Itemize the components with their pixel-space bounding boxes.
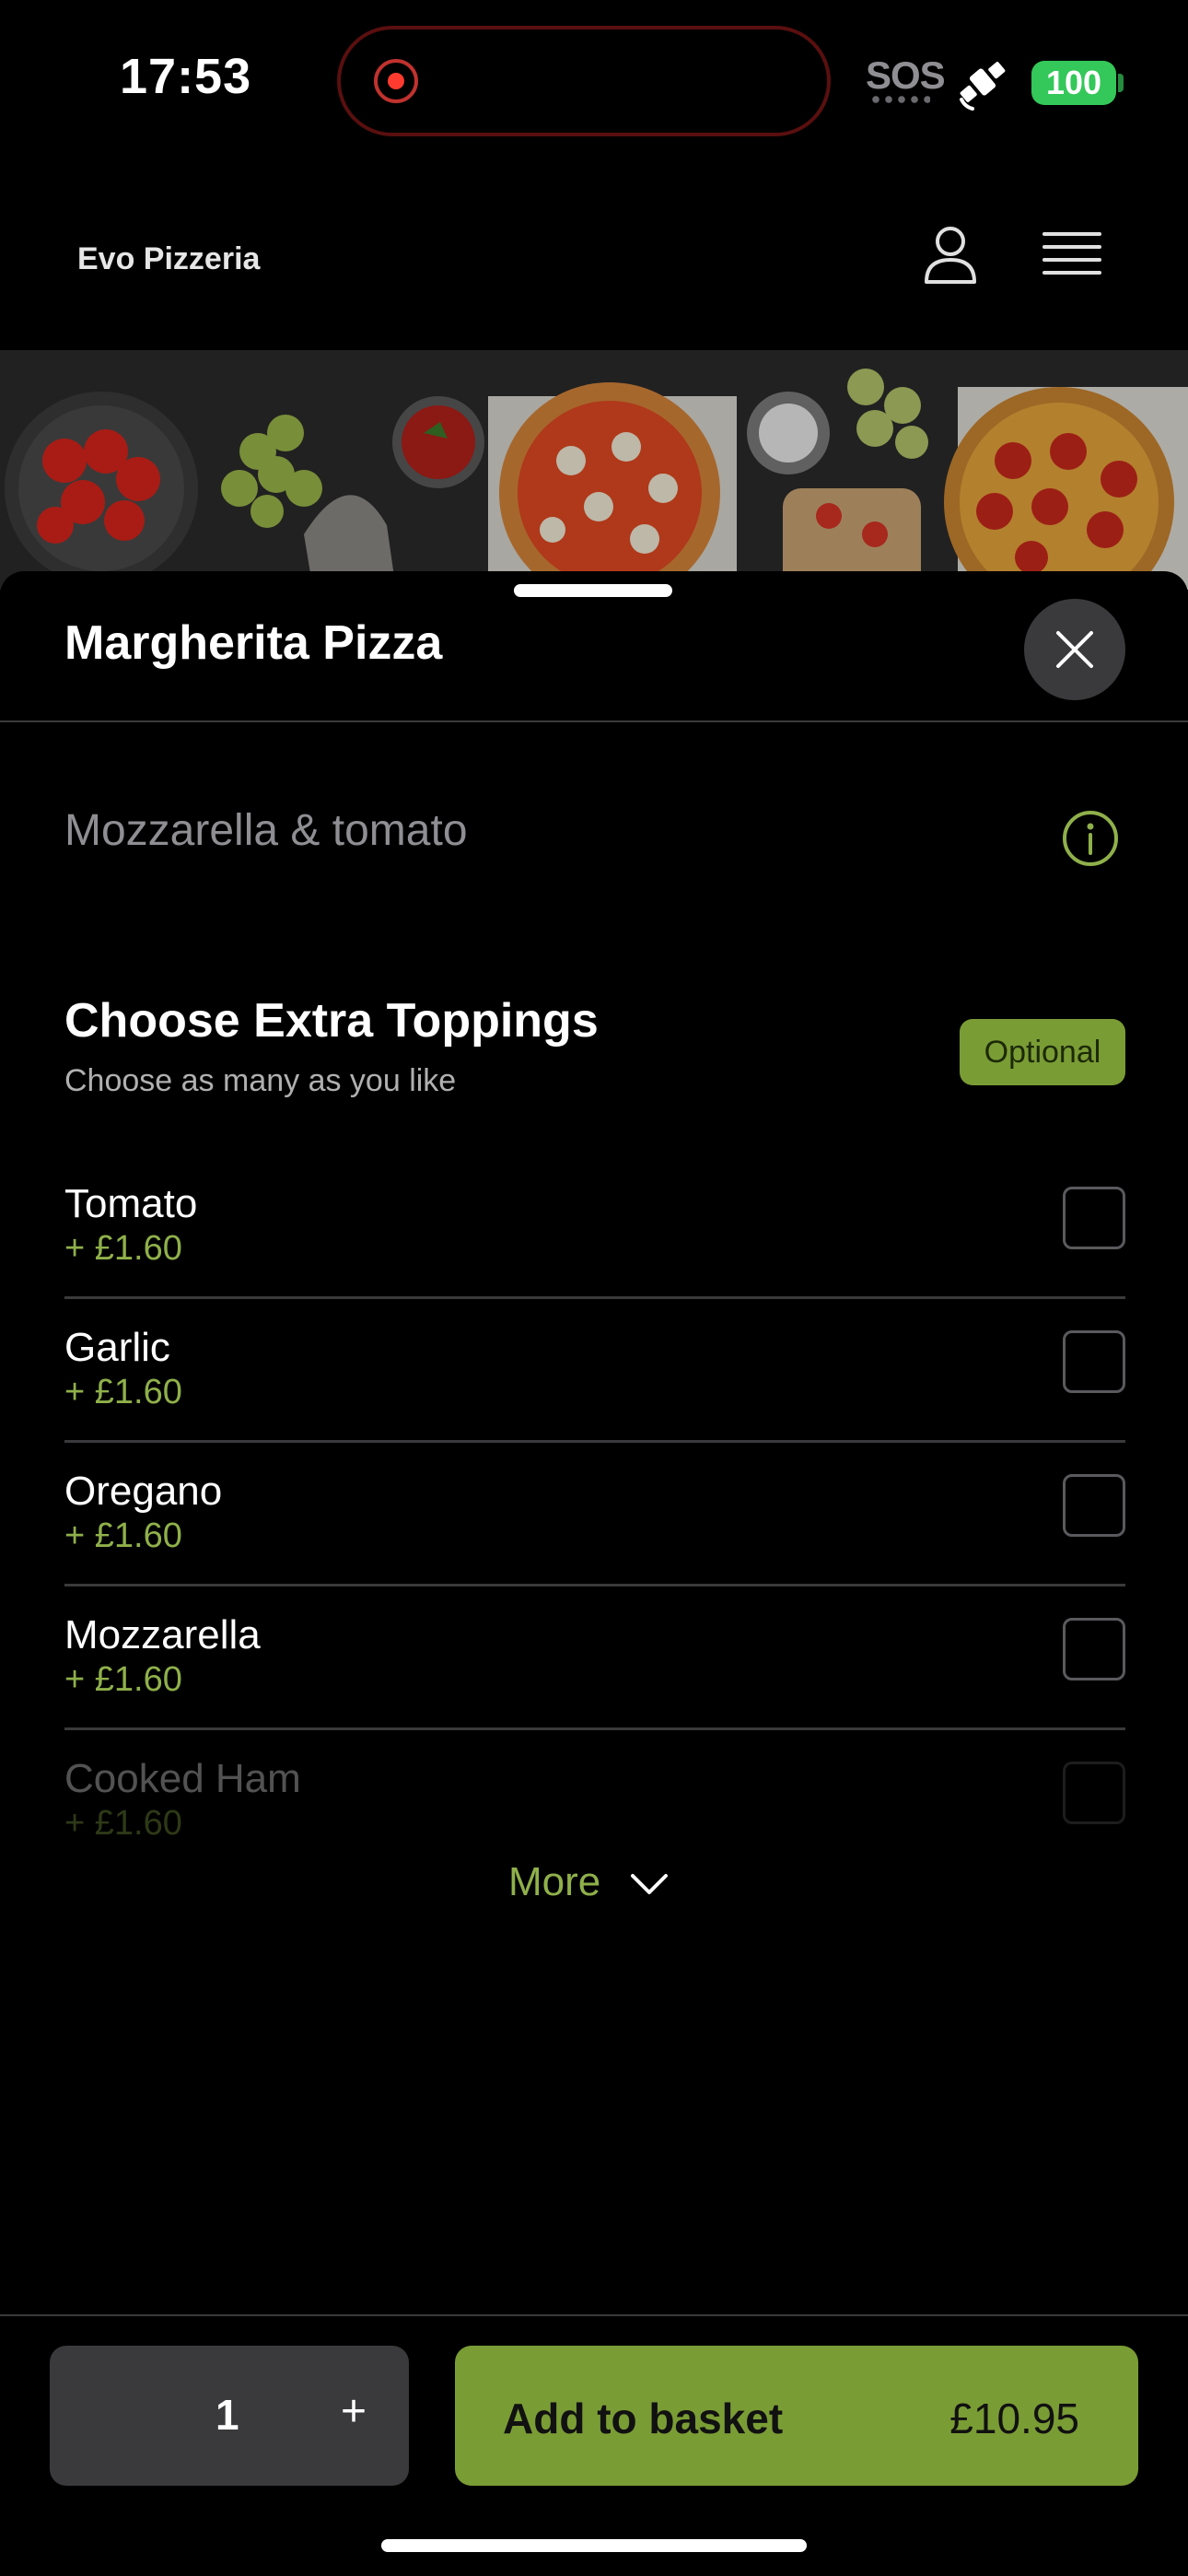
- section-subtitle: Choose as many as you like: [64, 1063, 457, 1098]
- topping-name: Oregano: [64, 1469, 223, 1514]
- topping-name: Garlic: [64, 1325, 170, 1370]
- topping-price: + £1.60: [64, 1804, 182, 1843]
- topping-name: Cooked Ham: [64, 1756, 301, 1801]
- chevron-down-icon: [631, 1874, 669, 1895]
- topping-option[interactable]: Tomato + £1.60: [64, 1155, 1125, 1299]
- topping-price: + £1.60: [64, 1229, 182, 1268]
- brand-name[interactable]: Evo Pizzeria: [77, 241, 260, 277]
- info-icon[interactable]: [1061, 809, 1120, 868]
- topping-price: + £1.60: [64, 1373, 182, 1411]
- close-button[interactable]: [1024, 599, 1125, 700]
- status-bar: 17:53 SOS 100: [0, 0, 1188, 157]
- hamburger-menu-icon[interactable]: [1042, 230, 1101, 282]
- more-label: More: [508, 1859, 601, 1904]
- divider: [0, 720, 1188, 722]
- dynamic-island[interactable]: [337, 26, 831, 136]
- satellite-icon: [960, 62, 1006, 111]
- quantity-value: 1: [215, 2391, 239, 2439]
- topping-option[interactable]: Mozzarella + £1.60: [64, 1587, 1125, 1730]
- topping-name: Mozzarella: [64, 1612, 261, 1657]
- topping-checkbox[interactable]: [1063, 1762, 1125, 1824]
- add-to-basket-button[interactable]: Add to basket £10.95: [455, 2346, 1138, 2486]
- topping-checkbox[interactable]: [1063, 1474, 1125, 1537]
- topping-checkbox[interactable]: [1063, 1187, 1125, 1249]
- battery-cap: [1118, 74, 1124, 92]
- item-description: Mozzarella & tomato: [64, 806, 468, 855]
- add-to-basket-label: Add to basket: [503, 2395, 784, 2442]
- sos-indicator: SOS: [866, 53, 946, 97]
- topping-name: Tomato: [64, 1181, 198, 1226]
- signal-dots-icon: [869, 96, 930, 103]
- section-title: Choose Extra Toppings: [64, 994, 599, 1048]
- sheet-grabber[interactable]: [514, 584, 672, 597]
- item-detail-sheet: Margherita Pizza Mozzarella & tomato Cho…: [0, 571, 1188, 2576]
- close-icon: [1056, 631, 1093, 668]
- topping-checkbox[interactable]: [1063, 1330, 1125, 1393]
- topping-checkbox[interactable]: [1063, 1618, 1125, 1680]
- status-time: 17:53: [120, 49, 252, 104]
- total-price: £10.95: [949, 2395, 1079, 2442]
- home-indicator[interactable]: [381, 2539, 807, 2552]
- hero-food-image: [0, 350, 1188, 590]
- basket-bar: 1 + Add to basket £10.95: [0, 2314, 1188, 2576]
- topping-price: + £1.60: [64, 1516, 182, 1555]
- quantity-stepper[interactable]: 1 +: [50, 2346, 409, 2486]
- more-button[interactable]: More: [508, 1859, 669, 1914]
- topping-option[interactable]: Oregano + £1.60: [64, 1443, 1125, 1587]
- increment-button[interactable]: +: [326, 2384, 381, 2440]
- item-title: Margherita Pizza: [64, 616, 443, 670]
- topping-option[interactable]: Garlic + £1.60: [64, 1299, 1125, 1443]
- topping-option[interactable]: Cooked Ham + £1.60: [64, 1730, 1125, 1874]
- profile-icon[interactable]: [917, 221, 984, 287]
- optional-badge: Optional: [960, 1019, 1125, 1085]
- battery-indicator: 100: [1031, 61, 1116, 105]
- topping-price: + £1.60: [64, 1660, 182, 1699]
- screen-recording-icon: [374, 59, 418, 103]
- app-header: Evo Pizzeria: [0, 157, 1188, 350]
